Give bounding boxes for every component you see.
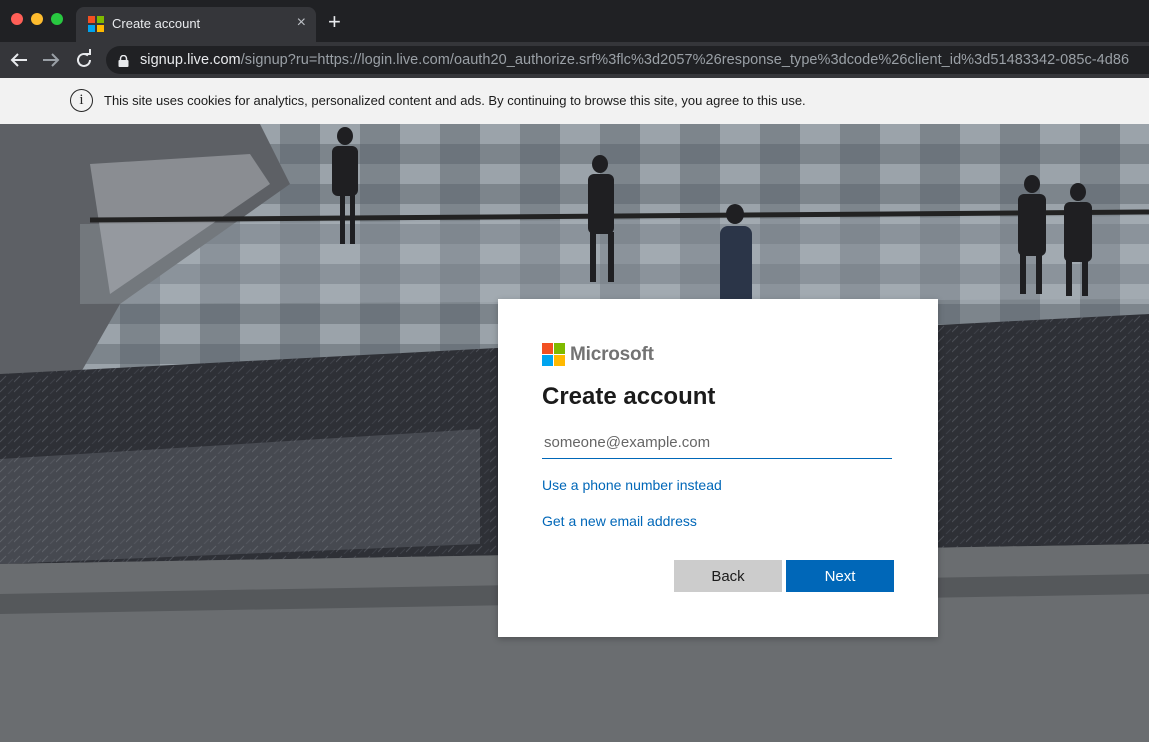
microsoft-favicon-icon — [88, 16, 104, 32]
microsoft-logo-icon — [542, 343, 565, 366]
url-path: /signup?ru=https://login.live.com/oauth2… — [240, 52, 1130, 68]
next-button[interactable]: Next — [786, 560, 894, 592]
cookie-banner: i This site uses cookies for analytics, … — [0, 78, 1149, 124]
maximize-window-icon[interactable] — [51, 13, 63, 25]
browser-toolbar: signup.live.com/signup?ru=https://login.… — [0, 42, 1149, 78]
microsoft-wordmark: Microsoft — [570, 344, 654, 365]
address-bar[interactable]: signup.live.com/signup?ru=https://login.… — [106, 46, 1149, 74]
browser-tab[interactable]: Create account × — [76, 7, 316, 42]
create-account-card: Microsoft Create account Use a phone num… — [498, 299, 938, 637]
cookie-banner-text: This site uses cookies for analytics, pe… — [104, 93, 806, 108]
back-button[interactable]: Back — [674, 560, 782, 592]
reload-icon[interactable] — [72, 48, 96, 72]
page-title: Create account — [542, 383, 716, 410]
use-phone-link[interactable]: Use a phone number instead — [542, 477, 722, 493]
lock-icon — [118, 54, 129, 67]
email-field[interactable] — [542, 427, 892, 459]
url-text[interactable]: signup.live.com/signup?ru=https://login.… — [140, 52, 1129, 68]
browser-tab-strip: Create account × + — [0, 0, 1149, 42]
forward-arrow-icon[interactable] — [39, 48, 63, 72]
get-new-email-link[interactable]: Get a new email address — [542, 513, 697, 529]
minimize-window-icon[interactable] — [31, 13, 43, 25]
url-host: signup.live.com — [140, 52, 241, 68]
new-tab-icon[interactable]: + — [328, 10, 341, 34]
info-icon: i — [70, 89, 93, 112]
back-arrow-icon[interactable] — [7, 48, 31, 72]
close-window-icon[interactable] — [11, 13, 23, 25]
tab-close-icon[interactable]: × — [297, 13, 306, 33]
tab-title: Create account — [112, 16, 201, 31]
